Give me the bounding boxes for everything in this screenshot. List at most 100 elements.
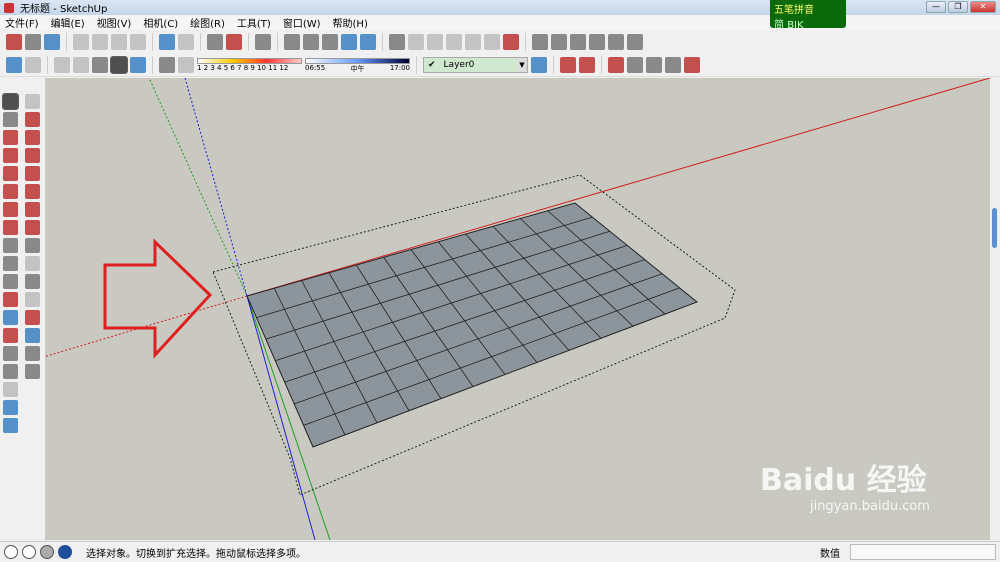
menu-camera[interactable]: 相机(C): [143, 15, 178, 30]
orbit-icon[interactable]: [3, 292, 18, 307]
section-3-icon[interactable]: [503, 33, 519, 50]
menu-file[interactable]: 文件(F): [5, 15, 39, 30]
menu-edit[interactable]: 编辑(E): [51, 15, 85, 30]
component-3-icon[interactable]: [322, 33, 338, 50]
model-info-icon[interactable]: [226, 33, 242, 50]
value-input[interactable]: [850, 544, 996, 560]
rotate-icon[interactable]: [3, 202, 18, 217]
back-view-icon[interactable]: [608, 33, 624, 50]
restore-button[interactable]: ❐: [948, 1, 968, 13]
ime-toolbar[interactable]: 五笔拼音 简 BIK: [770, 0, 846, 31]
ime-keyboard[interactable]: BIK: [787, 20, 803, 31]
section-2-icon[interactable]: [484, 33, 500, 50]
eraser-icon[interactable]: [25, 112, 40, 127]
redo-icon[interactable]: [178, 33, 194, 50]
hidden-line-icon[interactable]: [73, 56, 89, 73]
menu-help[interactable]: 帮助(H): [333, 15, 368, 30]
copy-icon[interactable]: [92, 33, 108, 50]
top-view-icon[interactable]: [551, 33, 567, 50]
menu-draw[interactable]: 绘图(R): [190, 15, 225, 30]
paint-bucket-icon[interactable]: [3, 112, 18, 127]
close-button[interactable]: ✕: [970, 1, 996, 13]
scale-icon[interactable]: [3, 220, 18, 235]
polygon-icon[interactable]: [3, 166, 18, 181]
shadow-time-slider[interactable]: 06:55 中午 17:00: [305, 57, 410, 73]
position-camera-icon[interactable]: [3, 346, 18, 361]
monochrome-icon[interactable]: [130, 56, 146, 73]
sandbox-2-icon[interactable]: [446, 33, 462, 50]
text-icon[interactable]: [25, 256, 40, 271]
circle-icon[interactable]: [3, 148, 18, 163]
wireframe-icon[interactable]: [54, 56, 70, 73]
axes-icon[interactable]: [3, 274, 18, 289]
iso-view-icon[interactable]: [532, 33, 548, 50]
drape-icon[interactable]: [646, 56, 662, 73]
layer-manager-icon[interactable]: [531, 56, 547, 73]
freehand-icon[interactable]: [25, 166, 40, 181]
axes-2-icon[interactable]: [3, 382, 18, 397]
zoom-icon[interactable]: [3, 310, 18, 325]
cut-icon[interactable]: [73, 33, 89, 50]
stamp-icon[interactable]: [627, 56, 643, 73]
sandbox-icon[interactable]: [427, 33, 443, 50]
shaded-textures-icon[interactable]: [110, 55, 128, 74]
help-icon[interactable]: [58, 545, 72, 559]
push-pull-icon[interactable]: [25, 184, 40, 199]
shadow-toggle-icon[interactable]: [178, 56, 194, 73]
user-icon[interactable]: [40, 545, 54, 559]
previous-view-icon[interactable]: [25, 328, 40, 343]
arc-icon[interactable]: [25, 148, 40, 163]
erase-icon[interactable]: [130, 33, 146, 50]
sandbox-2-icon[interactable]: [3, 418, 18, 433]
add-detail-icon[interactable]: [665, 56, 681, 73]
sandbox-icon[interactable]: [3, 400, 18, 415]
shadow-month-slider[interactable]: 1 2 3 4 5 6 7 8 9 10 11 12: [197, 57, 302, 72]
make-component-icon[interactable]: [284, 33, 300, 50]
ime-mode[interactable]: 简: [774, 20, 784, 31]
offset-icon[interactable]: [25, 220, 40, 235]
smoove-icon[interactable]: [608, 56, 624, 73]
zoom-extents-icon[interactable]: [3, 328, 18, 343]
look-around-icon[interactable]: [25, 346, 40, 361]
component-2-icon[interactable]: [303, 33, 319, 50]
menu-tools[interactable]: 工具(T): [237, 15, 271, 30]
sandbox-from-contours-icon[interactable]: [560, 56, 576, 73]
flip-edge-icon[interactable]: [684, 56, 700, 73]
vertical-scrollbar[interactable]: [990, 78, 1000, 540]
select-icon[interactable]: [2, 93, 19, 110]
shadow-settings-icon[interactable]: [159, 56, 175, 73]
back-edges-icon[interactable]: [25, 56, 41, 73]
follow-me-icon[interactable]: [25, 202, 40, 217]
chevron-down-icon[interactable]: ▼: [517, 57, 527, 72]
3d-text-icon[interactable]: [25, 274, 40, 289]
dimension-icon[interactable]: [25, 238, 40, 253]
scroll-thumb[interactable]: [992, 208, 997, 248]
component-5-icon[interactable]: [360, 33, 376, 50]
line-icon[interactable]: [25, 130, 40, 145]
geo-location-icon[interactable]: [4, 545, 18, 559]
left-view-icon[interactable]: [627, 33, 643, 50]
new-icon[interactable]: [6, 33, 22, 50]
sandbox-from-scratch-icon[interactable]: [579, 56, 595, 73]
drawing-viewport[interactable]: Baidu 经验 jingyan.baidu.com: [45, 78, 990, 540]
shaded-icon[interactable]: [92, 56, 108, 73]
orbit-icon[interactable]: [408, 33, 424, 50]
paste-icon[interactable]: [111, 33, 127, 50]
print-icon[interactable]: [207, 33, 223, 50]
move-icon[interactable]: [3, 184, 18, 199]
menu-view[interactable]: 视图(V): [97, 15, 132, 30]
walk-icon[interactable]: [3, 364, 18, 379]
zoom-window-icon[interactable]: [25, 310, 40, 325]
component-4-icon[interactable]: [341, 33, 357, 50]
protractor-icon[interactable]: [3, 256, 18, 271]
component-icon[interactable]: [255, 33, 271, 50]
menu-window[interactable]: 窗口(W): [283, 15, 321, 30]
section-plane-icon[interactable]: [25, 364, 40, 379]
save-icon[interactable]: [44, 33, 60, 50]
layer-select[interactable]: ✔ Layer0 ▼: [423, 56, 528, 73]
rectangle-icon[interactable]: [3, 130, 18, 145]
section-icon[interactable]: [465, 33, 481, 50]
xray-icon[interactable]: [6, 56, 22, 73]
credits-icon[interactable]: [22, 545, 36, 559]
open-icon[interactable]: [25, 33, 41, 50]
